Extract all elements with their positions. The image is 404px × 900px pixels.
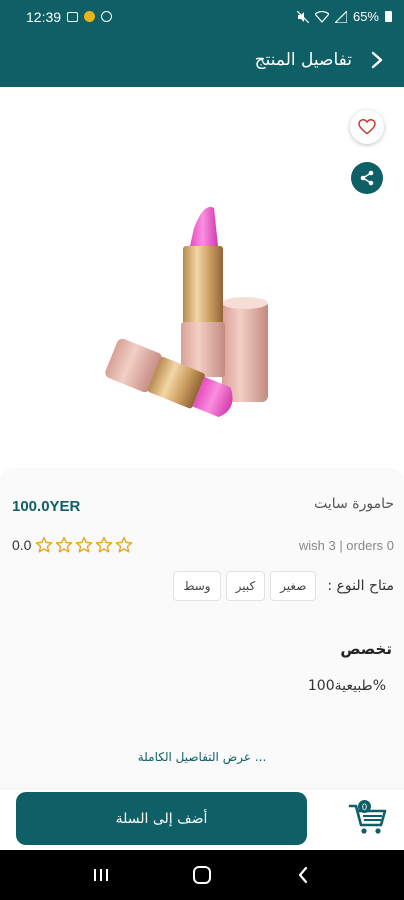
product-details-card bbox=[0, 468, 404, 788]
system-nav-bar bbox=[0, 850, 404, 900]
type-chip-large[interactable]: كبير bbox=[225, 571, 266, 601]
add-to-cart-button[interactable]: أضف إلى السلة bbox=[16, 792, 307, 845]
product-image bbox=[105, 206, 268, 417]
star-outline-icon bbox=[96, 536, 113, 553]
recent-apps-button[interactable] bbox=[89, 863, 113, 887]
favorite-button[interactable] bbox=[350, 110, 384, 144]
type-chip-small[interactable]: صغير bbox=[270, 571, 317, 601]
signal-icon bbox=[334, 10, 347, 23]
specialization-body: طبيعية100% bbox=[307, 678, 386, 694]
product-stats: wish 3 | orders 0 bbox=[298, 538, 394, 553]
status-left: 12:39 bbox=[26, 8, 113, 25]
product-types-row: وسط كبير صغير متاح النوع : bbox=[166, 570, 394, 602]
chevron-right-icon[interactable] bbox=[366, 49, 388, 71]
app-bar: تفاصيل المنتج bbox=[0, 33, 404, 87]
phone-screen: 12:39 65% تفاصيل المنتج حامورة سايت 100.… bbox=[0, 0, 404, 900]
share-button[interactable] bbox=[351, 162, 383, 194]
status-time: 12:39 bbox=[26, 8, 62, 25]
types-label: متاح النوع : bbox=[327, 578, 394, 594]
battery-percentage: 65% bbox=[352, 9, 379, 24]
cart-count-badge: 0 bbox=[358, 800, 371, 813]
star-outline-icon bbox=[56, 536, 73, 553]
status-bar: 12:39 65% bbox=[0, 0, 404, 33]
specialization-title: تخصص bbox=[340, 640, 392, 658]
star-outline-icon bbox=[116, 536, 133, 553]
whatsapp-icon bbox=[101, 11, 113, 22]
wifi-icon bbox=[314, 10, 329, 23]
gallery-icon bbox=[67, 11, 79, 22]
type-chip-medium[interactable]: وسط bbox=[173, 571, 221, 601]
share-icon bbox=[360, 170, 374, 186]
star-outline-icon bbox=[76, 536, 93, 553]
mute-icon bbox=[296, 10, 309, 23]
product-name: حامورة سايت bbox=[314, 496, 394, 512]
heart-icon bbox=[358, 119, 376, 135]
recent-apps-icon bbox=[93, 869, 108, 881]
full-details-link[interactable]: عرض التفاصيل الكاملة ... bbox=[0, 750, 404, 764]
notification-app-icon bbox=[84, 11, 96, 22]
home-icon bbox=[192, 866, 211, 884]
rating: 0.0 bbox=[12, 536, 133, 554]
star-outline-icon bbox=[36, 536, 53, 553]
battery-icon bbox=[385, 11, 392, 22]
chevron-left-icon bbox=[299, 866, 308, 884]
back-button[interactable] bbox=[291, 863, 315, 887]
rating-value: 0.0 bbox=[12, 537, 32, 553]
product-price: 100.0YER bbox=[12, 498, 81, 515]
page-title: تفاصيل المنتج bbox=[254, 50, 352, 70]
home-button[interactable] bbox=[190, 863, 214, 887]
status-right: 65% bbox=[296, 9, 392, 24]
